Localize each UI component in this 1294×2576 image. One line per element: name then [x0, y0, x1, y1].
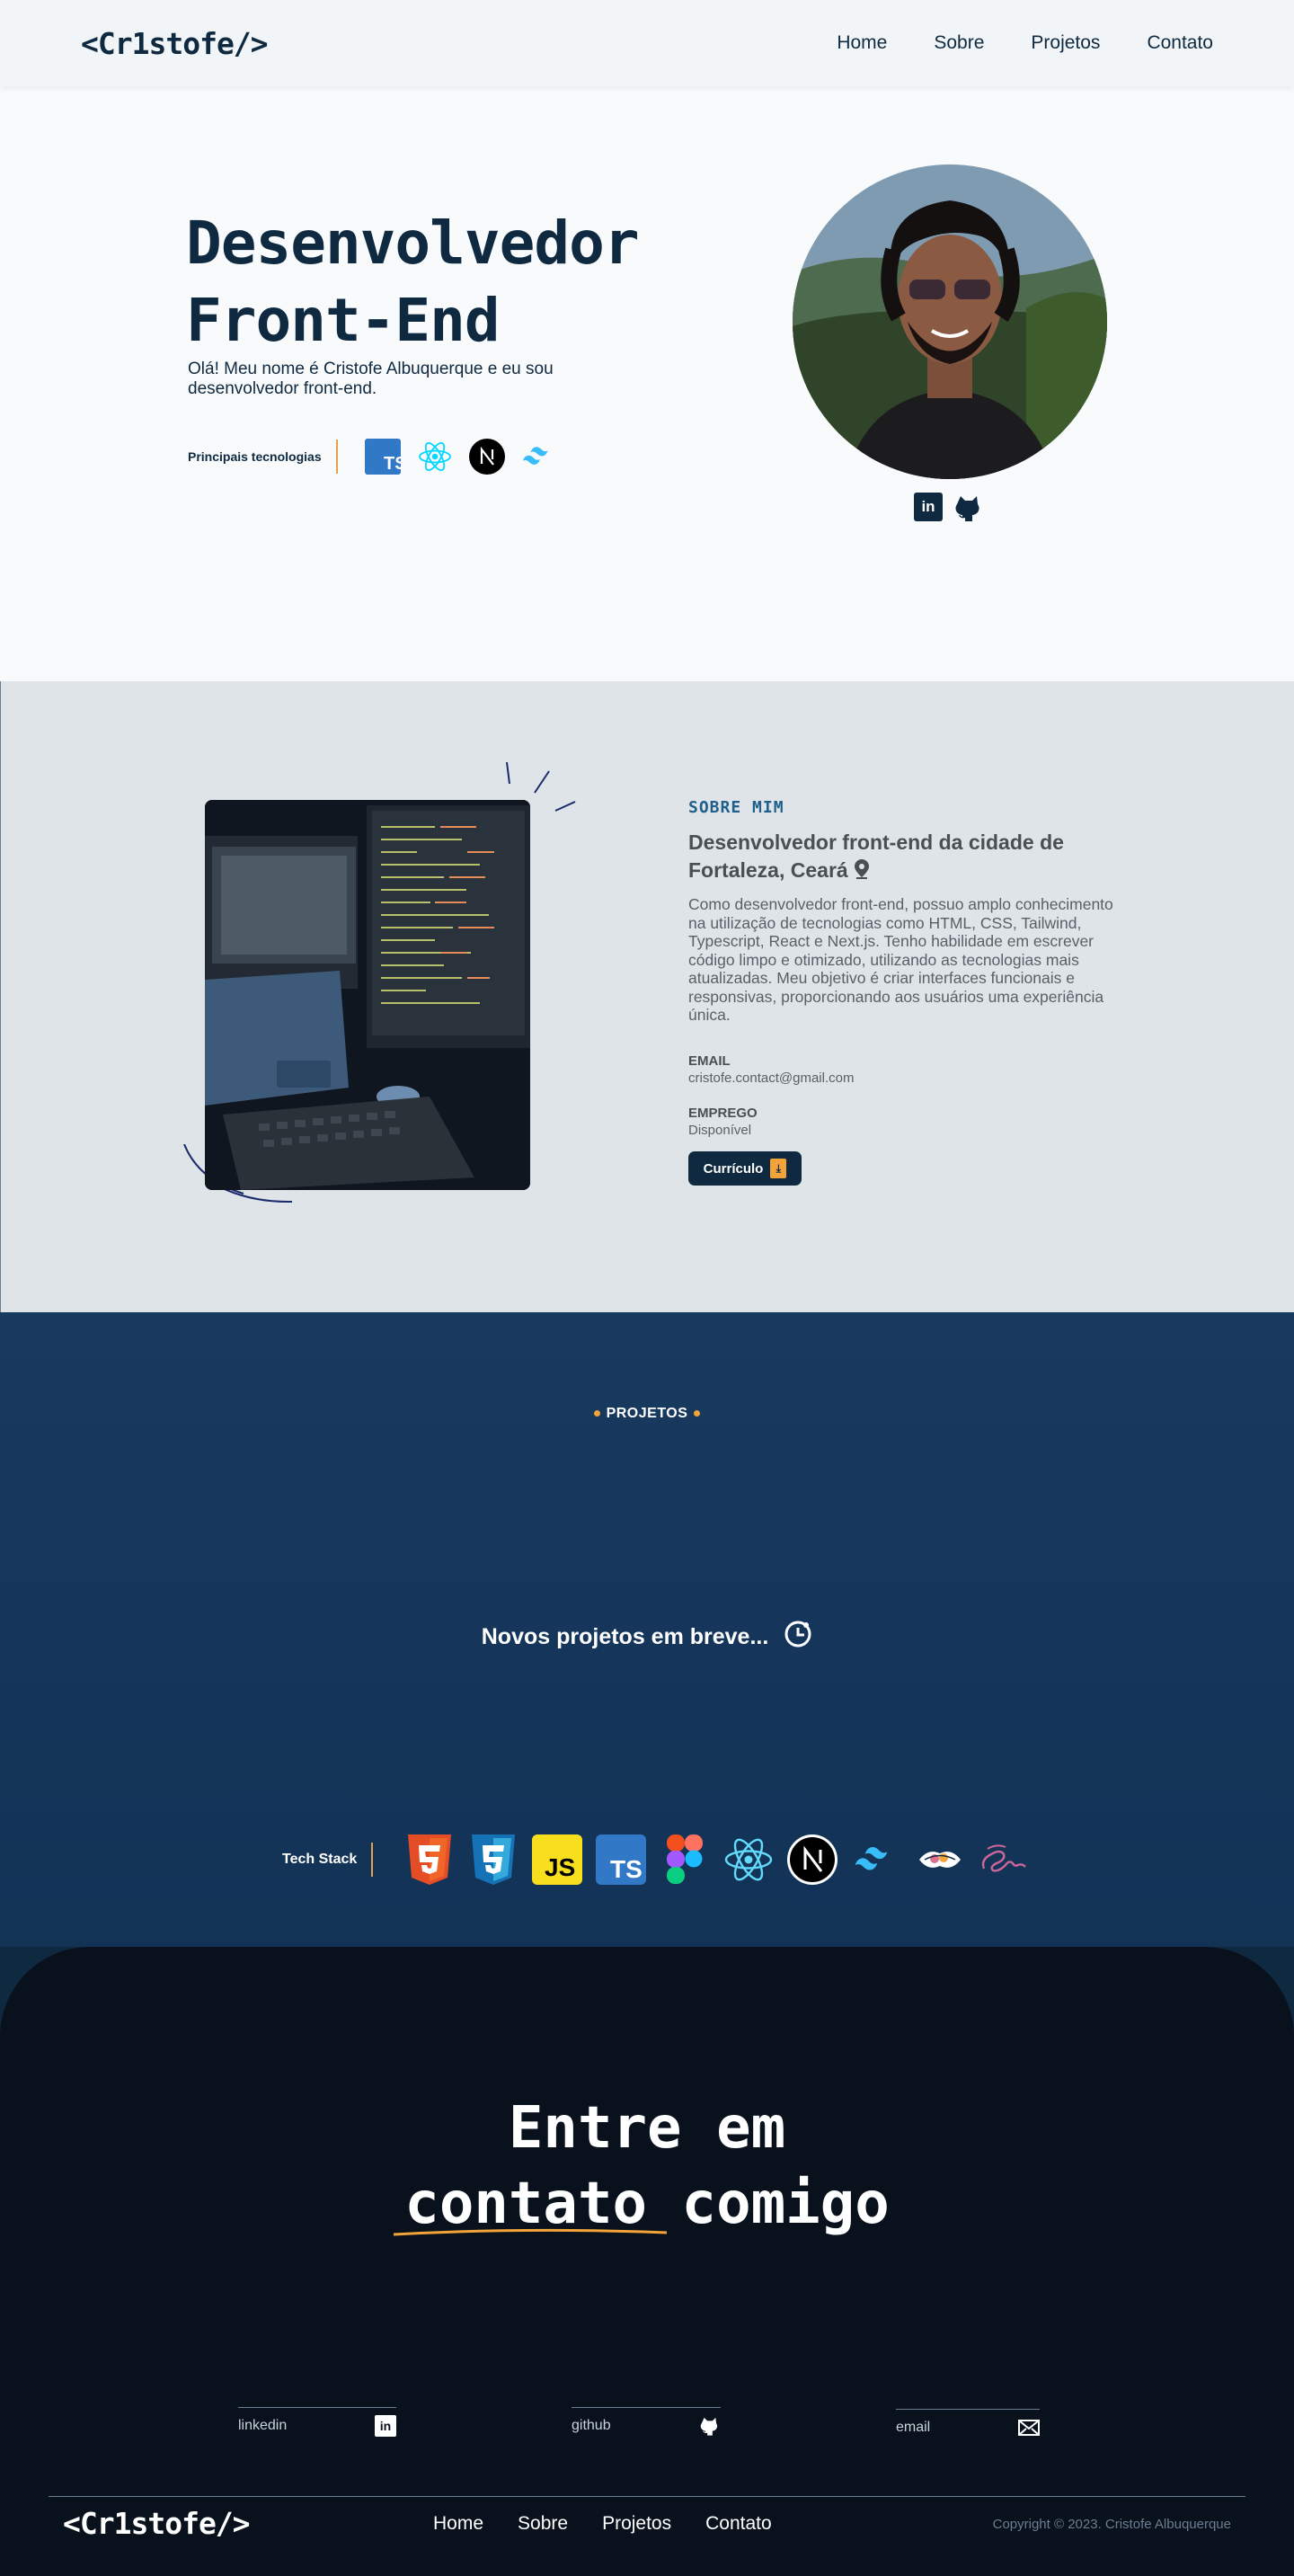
- nextjs-icon: [468, 439, 505, 475]
- cv-button[interactable]: Currículo ⤓: [688, 1151, 802, 1186]
- projects-title-text: PROJETOS: [606, 1406, 688, 1421]
- main-technologies: Principais tecnologias TS: [188, 439, 557, 475]
- job-info: EMPREGO Disponível: [688, 1106, 758, 1138]
- styled-components-icon: [914, 1834, 965, 1885]
- about-section: SOBRE MIM Desenvolvedor front-end da cid…: [0, 681, 1294, 1312]
- contact-section: Entre em contato comigo linkedin in gith…: [0, 1947, 1294, 2576]
- clock-icon: [784, 1620, 812, 1655]
- download-icon: ⤓: [770, 1159, 787, 1178]
- email-info: EMAIL cristofe.contact@gmail.com: [688, 1053, 854, 1086]
- tech-stack: Tech Stack JS TS: [282, 1834, 1029, 1885]
- tailwind-icon: [850, 1834, 901, 1885]
- tech-stack-label: Tech Stack: [282, 1842, 374, 1877]
- main-technologies-icons: TS: [364, 439, 557, 475]
- figma-icon: [659, 1834, 710, 1885]
- envelope-icon: [1018, 2417, 1040, 2438]
- about-heading: Desenvolvedor front-end da cidade de For…: [688, 829, 1102, 886]
- job-value: Disponível: [688, 1123, 752, 1138]
- github-icon: [699, 2415, 721, 2437]
- logo[interactable]: <Cr1stofe/>: [81, 26, 269, 61]
- html5-icon: [403, 1834, 455, 1885]
- about-heading-text: Desenvolvedor front-end da cidade de For…: [688, 831, 1064, 882]
- nav-sobre[interactable]: Sobre: [934, 32, 984, 54]
- linkedin-icon[interactable]: in: [914, 493, 943, 521]
- contact-link-label: email: [896, 2420, 931, 2435]
- nextjs-icon: [786, 1834, 838, 1885]
- linkedin-icon: in: [375, 2415, 396, 2437]
- tech-stack-icons: JS TS: [403, 1834, 1029, 1885]
- accent-dot: [593, 1410, 600, 1417]
- main-technologies-label: Principais tecnologias: [188, 440, 338, 474]
- contact-title-underlined: contato: [394, 2166, 668, 2242]
- footer-nav: Home Sobre Projetos Contato: [433, 2513, 772, 2535]
- about-tag: SOBRE MIM: [688, 798, 784, 817]
- contact-card: Entre em contato comigo linkedin in gith…: [0, 1947, 1294, 2576]
- footer-logo[interactable]: <Cr1stofe/>: [63, 2506, 251, 2541]
- hero-title-line2: Front-End: [186, 286, 501, 355]
- hero-title: Desenvolvedor Front-End: [186, 205, 689, 360]
- contact-title-word-rest: comigo: [681, 2171, 890, 2237]
- footer-nav-sobre[interactable]: Sobre: [518, 2513, 568, 2535]
- copyright: Copyright © 2023. Cristofe Albuquerque: [992, 2517, 1231, 2532]
- contact-link-label: linkedin: [238, 2418, 288, 2433]
- typescript-icon: TS: [364, 439, 401, 475]
- site-header: <Cr1stofe/> Home Sobre Projetos Contato: [0, 0, 1294, 86]
- projects-title: PROJETOS: [0, 1406, 1294, 1422]
- accent-dot: [694, 1410, 701, 1417]
- coming-soon: Novos projetos em breve...: [0, 1620, 1294, 1655]
- cv-button-label: Currículo: [703, 1160, 764, 1177]
- orange-underline: [394, 2228, 668, 2236]
- hero-socials: in: [914, 493, 984, 523]
- job-label: EMPREGO: [688, 1106, 758, 1121]
- svg-text:TS: TS: [610, 1855, 643, 1883]
- footer-nav-projetos[interactable]: Projetos: [602, 2513, 671, 2535]
- contact-link-email[interactable]: email: [896, 2409, 1040, 2438]
- contact-title: Entre em contato comigo: [0, 2091, 1294, 2242]
- css3-icon: [467, 1834, 518, 1885]
- footer-nav-contato[interactable]: Contato: [705, 2513, 772, 2535]
- sass-icon: [978, 1834, 1029, 1885]
- nav-home[interactable]: Home: [837, 32, 887, 54]
- typescript-icon: TS: [595, 1834, 646, 1885]
- nav-contato[interactable]: Contato: [1147, 32, 1213, 54]
- coming-soon-text: Novos projetos em breve...: [481, 1624, 769, 1649]
- site-footer: <Cr1stofe/> Home Sobre Projetos Contato …: [49, 2496, 1245, 2541]
- nav-projetos[interactable]: Projetos: [1031, 32, 1100, 54]
- workspace-photo: [205, 800, 530, 1190]
- contact-link-github[interactable]: github: [572, 2407, 721, 2437]
- email-label: EMAIL: [688, 1053, 731, 1069]
- tailwind-icon: [521, 439, 557, 475]
- about-description: Como desenvolvedor front-end, possuo amp…: [688, 895, 1113, 1024]
- location-pin-icon: [854, 858, 870, 886]
- hero-title-line1: Desenvolvedor: [186, 209, 640, 278]
- email-value: cristofe.contact@gmail.com: [688, 1070, 855, 1086]
- contact-link-label: github: [572, 2418, 611, 2433]
- main-nav: Home Sobre Projetos Contato: [837, 32, 1213, 54]
- contact-title-line1: Entre em: [508, 2095, 786, 2162]
- javascript-icon: JS: [531, 1834, 582, 1885]
- profile-photo: [793, 164, 1107, 479]
- react-icon: [417, 439, 453, 475]
- contact-link-linkedin[interactable]: linkedin in: [238, 2407, 396, 2437]
- github-icon[interactable]: [953, 493, 984, 523]
- svg-text:TS: TS: [384, 454, 401, 474]
- svg-text:JS: JS: [545, 1853, 575, 1881]
- footer-nav-home[interactable]: Home: [433, 2513, 483, 2535]
- hero-section: Desenvolvedor Front-End Olá! Meu nome é …: [0, 86, 1294, 681]
- hero-intro: Olá! Meu nome é Cristofe Albuquerque e e…: [188, 360, 554, 398]
- projects-section: PROJETOS Novos projetos em breve... Tech…: [0, 1312, 1294, 1947]
- react-icon: [722, 1834, 774, 1885]
